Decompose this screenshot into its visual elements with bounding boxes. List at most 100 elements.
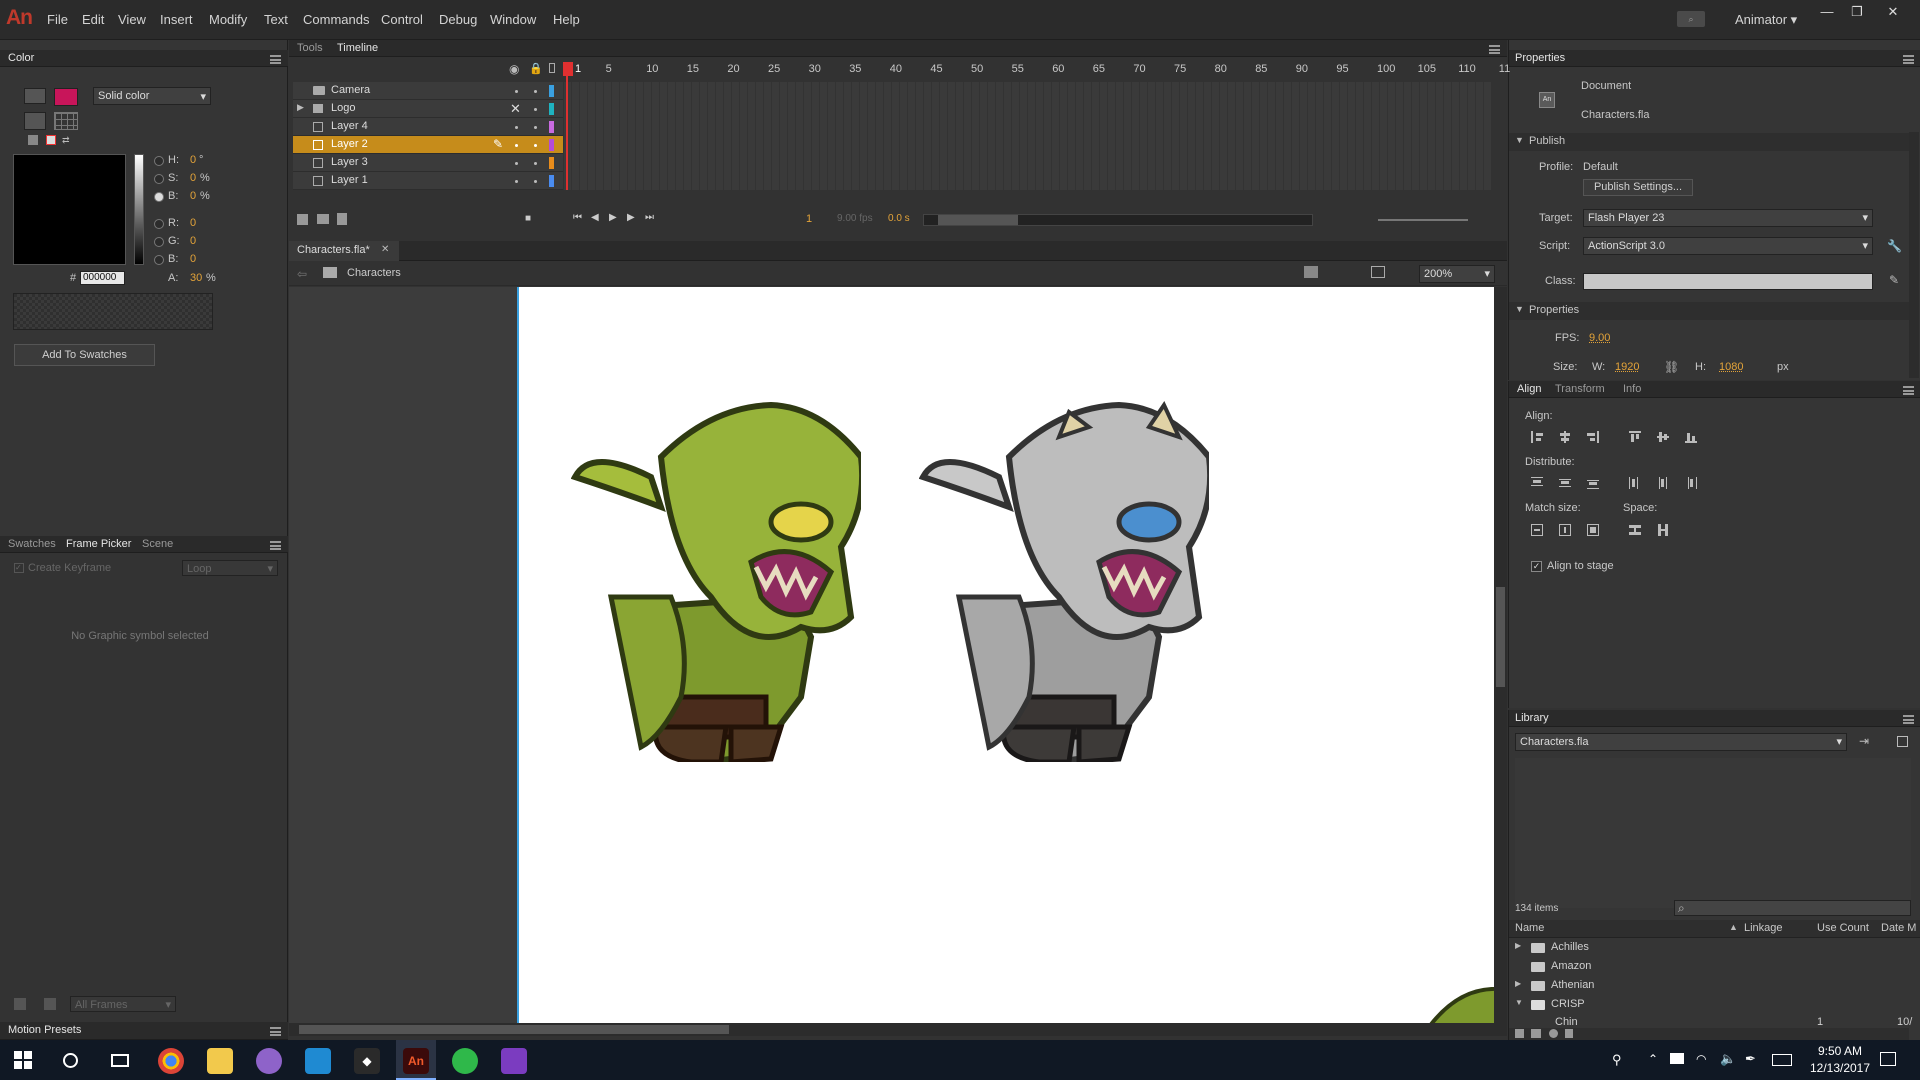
distribute-top-icon[interactable] (1531, 477, 1543, 489)
fill-color-swatch[interactable] (54, 88, 78, 106)
saturation-radio[interactable] (154, 174, 164, 184)
file-explorer-icon[interactable] (207, 1048, 233, 1074)
distribute-hcenter-icon[interactable] (1657, 477, 1669, 489)
tab-timeline[interactable]: Timeline (337, 42, 378, 54)
center-stage-icon[interactable] (1371, 266, 1385, 278)
pen-icon[interactable]: ✒ (1745, 1051, 1756, 1067)
visibility-dot[interactable] (515, 90, 518, 93)
tab-info[interactable]: Info (1623, 383, 1641, 395)
properties-section-header[interactable]: ▼ Properties (1509, 302, 1909, 320)
gray-goblin-character[interactable] (919, 397, 1209, 762)
col-use-count[interactable]: Use Count (1817, 922, 1869, 934)
camera-tool-icon[interactable]: ■ (525, 213, 531, 224)
alpha-value[interactable]: 30 (190, 272, 202, 284)
pin-icon[interactable]: ⇥ (1859, 734, 1869, 748)
library-row[interactable]: ▼ CRISP (1515, 996, 1915, 1015)
script-select[interactable]: ActionScript 3.0 ▾ (1583, 237, 1873, 255)
playhead[interactable] (566, 62, 568, 190)
brightness-value[interactable]: 0 (190, 190, 196, 202)
visibility-dot[interactable] (515, 144, 518, 147)
layer-row-layer1[interactable]: Layer 1 (293, 172, 563, 190)
new-library-panel-icon[interactable] (1897, 736, 1908, 747)
step-forward-icon[interactable]: ▶ (627, 212, 635, 223)
green-value[interactable]: 0 (190, 235, 196, 247)
panel-menu-icon[interactable] (1903, 715, 1914, 724)
layer-row-layer4[interactable]: Layer 4 (293, 118, 563, 136)
first-frame-icon[interactable]: ⏮ (573, 212, 582, 223)
layer-row-layer3[interactable]: Layer 3 (293, 154, 563, 172)
timeline-scroll-thumb[interactable] (938, 215, 1018, 225)
lock-dot[interactable] (534, 108, 537, 111)
notifications-icon[interactable] (1880, 1052, 1896, 1066)
lock-icon[interactable]: 🔒 (529, 62, 539, 74)
tab-swatches[interactable]: Swatches (8, 538, 56, 550)
tab-scene[interactable]: Scene (142, 538, 173, 550)
tab-properties[interactable]: Properties (1515, 52, 1565, 64)
hue-radio[interactable] (154, 156, 164, 166)
red-value[interactable]: 0 (190, 217, 196, 229)
menu-window[interactable]: Window (490, 12, 536, 27)
match-both-icon[interactable] (1587, 524, 1599, 536)
stage-horizontal-scrollbar[interactable] (289, 1023, 1507, 1036)
library-search-input[interactable]: ⌕ (1674, 900, 1911, 916)
blue-radio[interactable] (154, 255, 164, 265)
chrome-icon[interactable] (158, 1048, 184, 1074)
unity-icon[interactable]: ◆ (354, 1048, 380, 1074)
align-left-icon[interactable] (1531, 431, 1543, 443)
grid-view-icon[interactable] (14, 998, 26, 1010)
stage-pasteboard[interactable] (289, 287, 1494, 1023)
library-row[interactable]: Amazon (1515, 958, 1915, 977)
panel-menu-icon[interactable] (270, 55, 281, 64)
layer-row-logo[interactable]: ▶ Logo ✕ (293, 100, 563, 118)
publish-settings-button[interactable]: Publish Settings... (1583, 179, 1693, 196)
menu-view[interactable]: View (118, 12, 146, 27)
loop-select[interactable]: Loop ▾ (182, 560, 278, 576)
distribute-right-icon[interactable] (1685, 477, 1697, 489)
black-white-icon[interactable] (28, 135, 38, 145)
width-value[interactable]: 1920 (1615, 361, 1639, 373)
panel-menu-icon[interactable] (1489, 45, 1500, 54)
visual-studio-icon[interactable] (501, 1048, 527, 1074)
target-select[interactable]: Flash Player 23 ▾ (1583, 209, 1873, 227)
current-frame[interactable]: 1 (806, 213, 812, 225)
link-icon[interactable]: ⛓ (1664, 360, 1679, 374)
windows-start-icon[interactable] (14, 1051, 32, 1069)
tab-motion-presets[interactable]: Motion Presets (8, 1024, 81, 1036)
properties-icon[interactable] (1549, 1029, 1558, 1038)
fps-readout[interactable]: 9.00 fps (837, 213, 873, 224)
saturation-value[interactable]: 0 (190, 172, 196, 184)
col-name[interactable]: Name (1515, 922, 1544, 934)
document-tab[interactable]: Characters.fla* ✕ (289, 241, 399, 261)
lock-dot[interactable] (534, 90, 537, 93)
outline-icon[interactable] (549, 63, 555, 73)
close-tab-icon[interactable]: ✕ (381, 244, 389, 255)
col-date[interactable]: Date M (1881, 922, 1916, 934)
class-input[interactable] (1583, 273, 1873, 290)
tab-color[interactable]: Color (8, 52, 34, 64)
match-width-icon[interactable] (1531, 524, 1543, 536)
expand-icon[interactable]: ▶ (1515, 979, 1521, 988)
lock-dot[interactable] (534, 144, 537, 147)
tab-tools[interactable]: Tools (297, 42, 323, 54)
tab-frame-picker[interactable]: Frame Picker (66, 538, 131, 550)
frame-ruler[interactable] (563, 62, 1491, 78)
back-arrow-icon[interactable]: ⇦ (297, 267, 307, 281)
minimize-icon[interactable]: — (1814, 4, 1840, 22)
taskbar-date[interactable]: 12/13/2017 (1800, 1061, 1880, 1075)
delete-icon[interactable] (1565, 1029, 1573, 1038)
distribute-bottom-icon[interactable] (1587, 477, 1599, 489)
hex-input[interactable]: 000000 (80, 271, 125, 285)
hue-value[interactable]: 0 (190, 154, 196, 166)
panel-menu-icon[interactable] (1903, 55, 1914, 64)
playhead-marker[interactable] (563, 62, 573, 76)
menu-commands[interactable]: Commands (303, 12, 369, 27)
hidden-x-icon[interactable]: ✕ (510, 101, 521, 117)
tab-align[interactable]: Align (1517, 383, 1541, 395)
cortana-icon[interactable] (63, 1053, 78, 1068)
vscode-icon[interactable] (305, 1048, 331, 1074)
align-middle-icon[interactable] (1657, 431, 1669, 443)
expand-icon[interactable]: ▶ (1515, 941, 1521, 950)
menu-file[interactable]: File (47, 12, 68, 27)
brightness-radio[interactable] (154, 192, 164, 202)
menu-text[interactable]: Text (264, 12, 288, 27)
